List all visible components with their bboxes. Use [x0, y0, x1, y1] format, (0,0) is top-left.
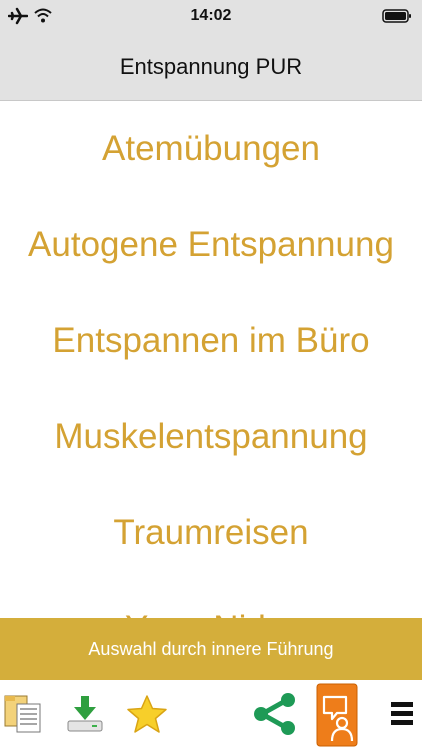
list-item-yoga-nidra[interactable]: Yoga Nidra — [0, 581, 422, 619]
battery-icon — [382, 9, 411, 23]
list-item-atemuebungen[interactable]: Atemübungen — [0, 101, 422, 197]
list-item-muskelentspannung[interactable]: Muskelentspannung — [0, 389, 422, 485]
list-item-entspannen-im-buero[interactable]: Entspannen im Büro — [0, 293, 422, 389]
inner-guidance-button[interactable]: Auswahl durch innere Führung — [0, 618, 422, 680]
header: 14:02 Entspannung PUR — [0, 0, 422, 101]
menu-icon[interactable] — [390, 700, 414, 728]
bottom-toolbar — [0, 680, 422, 750]
page-title: Entspannung PUR — [119, 54, 303, 79]
download-icon[interactable] — [66, 694, 104, 734]
status-time: 14:02 — [190, 7, 232, 24]
star-icon[interactable] — [126, 694, 168, 734]
status-bar: 14:02 — [0, 0, 422, 34]
list-item-traumreisen[interactable]: Traumreisen — [0, 485, 422, 581]
folder-icon[interactable] — [4, 694, 42, 734]
list-item-autogene-entspannung[interactable]: Autogene Entspannung — [0, 197, 422, 293]
category-list: Atemübungen Autogene Entspannung Entspan… — [0, 101, 422, 619]
share-icon[interactable] — [252, 692, 298, 736]
guidance-icon[interactable] — [316, 683, 358, 747]
